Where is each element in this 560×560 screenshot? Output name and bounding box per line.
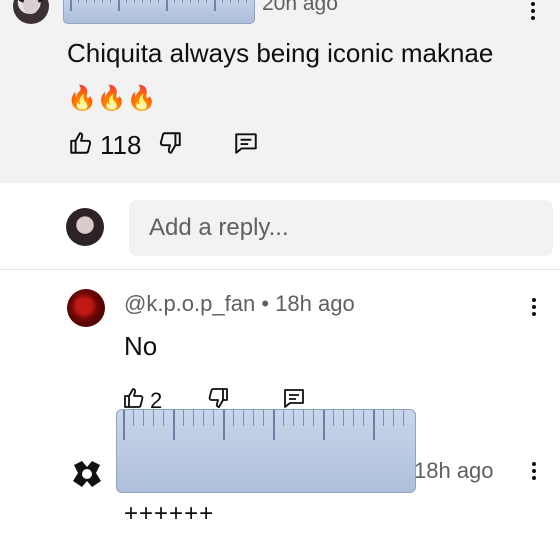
fire-emoji: 🔥🔥🔥 xyxy=(67,84,157,112)
like-count: 118 xyxy=(100,130,142,160)
reply-meta: @k.p.o.p_fan • 18h ago xyxy=(124,291,355,317)
reply-composer: Add a reply... xyxy=(0,183,560,270)
more-vert-icon[interactable] xyxy=(531,462,537,482)
reply-input[interactable]: Add a reply... xyxy=(129,200,553,256)
thumbs-up-icon[interactable] xyxy=(68,130,94,161)
redaction-ruler xyxy=(116,409,416,493)
parent-comment: 20h ago Chiquita always being iconic mak… xyxy=(0,0,560,183)
more-vert-icon[interactable] xyxy=(531,298,537,318)
thumbs-down-icon[interactable] xyxy=(157,130,183,161)
comment-timestamp: 20h ago xyxy=(262,0,338,15)
more-vert-icon[interactable] xyxy=(530,2,536,22)
author-handle[interactable]: @k.p.o.p_fan xyxy=(124,291,255,316)
comment-icon[interactable] xyxy=(233,130,259,161)
reply-timestamp: 18h ago xyxy=(414,458,494,483)
separator-dot: • xyxy=(261,291,270,316)
comment-actions: 118 xyxy=(68,130,259,161)
avatar[interactable] xyxy=(66,208,104,246)
avatar-face xyxy=(23,0,39,14)
reply-text: ++++++ xyxy=(124,500,215,527)
avatar[interactable] xyxy=(13,0,49,24)
avatar[interactable] xyxy=(68,455,106,493)
comment-body: Chiquita always being iconic maknae 🔥🔥🔥 xyxy=(67,31,507,120)
reply-timestamp: 18h ago xyxy=(275,291,355,316)
comment-text: Chiquita always being iconic maknae xyxy=(67,38,494,68)
avatar[interactable] xyxy=(67,289,105,327)
reply-text: No xyxy=(124,331,158,361)
reply-placeholder: Add a reply... xyxy=(149,214,289,241)
redaction-ruler xyxy=(63,0,255,24)
